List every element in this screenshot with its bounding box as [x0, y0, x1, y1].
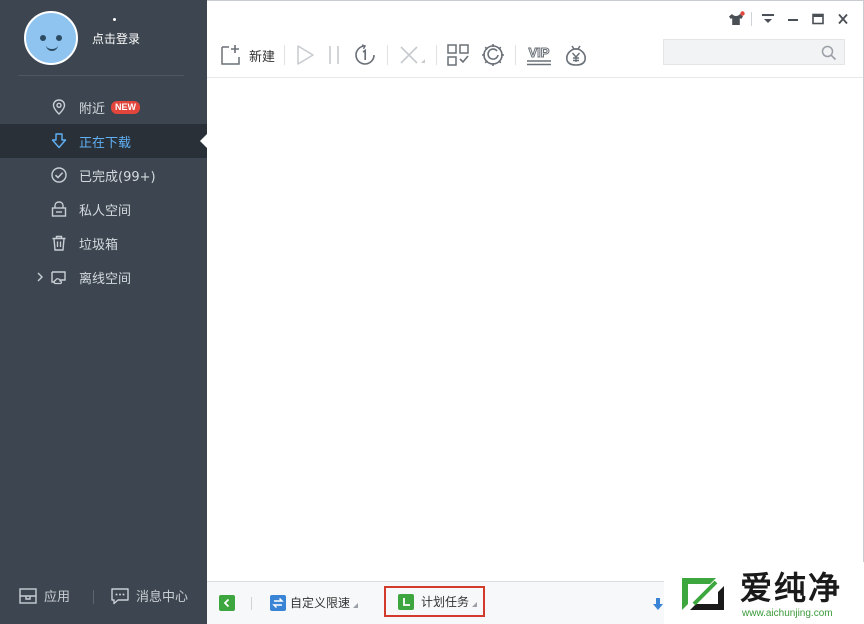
money-bag-icon	[566, 45, 587, 66]
vip-icon: VIP	[527, 45, 552, 66]
single-task-button[interactable]	[352, 39, 378, 71]
location-pin-icon	[52, 99, 66, 115]
play-icon	[297, 45, 314, 65]
maximize-icon	[811, 13, 824, 25]
login-link[interactable]: 点击登录	[92, 30, 140, 47]
pause-icon	[329, 46, 339, 64]
sidebar-item-offline-space[interactable]: 离线空间	[0, 260, 207, 294]
avatar-mouth	[46, 45, 58, 51]
custom-speed-limit-label: 自定义限速	[290, 596, 351, 610]
new-file-plus-icon	[221, 45, 240, 65]
delete-x-icon	[400, 46, 426, 64]
watermark-title: 爱纯净	[740, 569, 843, 607]
search-box[interactable]	[663, 39, 845, 65]
apps-label: 应用	[44, 590, 71, 605]
toolbar-divider	[515, 45, 517, 65]
watermark: 爱纯净 www.aichunjing.com	[664, 562, 864, 624]
sidebar-item-private-space[interactable]: 私人空间	[0, 192, 207, 226]
start-button[interactable]	[294, 39, 316, 71]
sidebar-item-label: 正在下载	[79, 135, 132, 151]
skin-button[interactable]	[723, 9, 748, 29]
trash-icon	[52, 235, 66, 251]
sidebar-item-label: 垃圾箱	[79, 237, 119, 253]
minimize-button[interactable]	[780, 9, 805, 29]
dropdown-menu-icon	[761, 14, 774, 23]
avatar-eye-left	[40, 35, 46, 41]
sidebar-nav: 附近 NEW 正在下载 已完成(99+) 私人空间 垃圾箱 离线空间	[0, 90, 207, 294]
speed-boost-button[interactable]	[480, 39, 506, 71]
scheduled-task-button[interactable]: 计划任务	[384, 586, 485, 617]
sidebar-item-label: 私人空间	[79, 203, 132, 219]
close-button[interactable]	[830, 9, 855, 29]
check-circle-icon	[51, 167, 67, 183]
search-icon[interactable]	[820, 44, 838, 62]
titlebar-divider	[751, 12, 752, 26]
status-dot	[113, 18, 116, 21]
sidebar-bottom: 应用 消息中心	[0, 572, 207, 624]
download-speed-icon	[653, 598, 663, 610]
vip-button[interactable]: VIP	[525, 39, 553, 71]
watermark-url: www.aichunjing.com	[742, 608, 833, 619]
sidebar-item-completed[interactable]: 已完成(99+)	[0, 158, 207, 192]
sidebar: 点击登录 附近 NEW 正在下载 已完成(99+) 私人空间 垃圾箱 离线空间 …	[0, 0, 207, 624]
sidebar-item-downloading[interactable]: 正在下载	[0, 124, 207, 158]
toolbar-divider	[387, 45, 389, 65]
bottom-divider	[93, 590, 94, 604]
watermark-logo	[682, 578, 724, 610]
toolbar-divider	[436, 45, 438, 65]
download-arrow-icon	[51, 133, 67, 149]
main-panel: 新建 VIP 自定义限速 计划任务	[207, 0, 864, 624]
status-divider	[251, 597, 252, 610]
sidebar-item-nearby[interactable]: 附近 NEW	[0, 90, 207, 124]
message-center-label: 消息中心	[136, 590, 189, 605]
collapse-button[interactable]	[219, 595, 235, 611]
new-task-label: 新建	[249, 49, 276, 65]
scheduled-task-label: 计划任务	[421, 595, 470, 609]
speed-limit-icon	[270, 594, 286, 611]
svg-text:VIP: VIP	[529, 45, 550, 60]
pause-button[interactable]	[326, 39, 342, 71]
chevron-left-icon	[223, 598, 230, 608]
new-badge: NEW	[111, 100, 141, 114]
dropdown-corner-icon	[353, 603, 359, 608]
lock-icon	[51, 201, 67, 217]
menu-button[interactable]	[755, 9, 780, 29]
toolbar: 新建 VIP	[219, 39, 589, 71]
avatar-eye-right	[56, 35, 62, 41]
delete-button[interactable]	[397, 39, 427, 71]
sidebar-item-label: 已完成(99+)	[79, 169, 156, 185]
earn-money-button[interactable]	[563, 39, 589, 71]
apps-icon	[19, 587, 37, 604]
qr-code-icon	[447, 44, 469, 66]
download-list-area[interactable]	[207, 78, 863, 581]
custom-speed-limit-button[interactable]: 自定义限速	[270, 594, 359, 611]
schedule-icon	[398, 593, 414, 610]
apps-button[interactable]: 应用	[18, 586, 70, 605]
dropdown-corner-icon	[472, 602, 478, 607]
clock-one-icon	[355, 44, 375, 65]
window-controls	[723, 9, 855, 29]
cloud-folder-icon	[51, 271, 66, 285]
sidebar-item-trash[interactable]: 垃圾箱	[0, 226, 207, 260]
minimize-icon	[787, 19, 798, 21]
tshirt-icon	[728, 11, 745, 25]
sidebar-item-label: 离线空间	[79, 271, 132, 287]
message-center-button[interactable]: 消息中心	[110, 586, 188, 605]
close-icon	[837, 13, 848, 25]
toolbar-divider	[284, 45, 286, 65]
new-task-button[interactable]: 新建	[219, 39, 275, 71]
accelerate-gauge-icon	[482, 44, 505, 66]
message-bubble-icon	[111, 587, 129, 604]
sidebar-item-label: 附近	[79, 101, 106, 117]
sidebar-divider	[18, 75, 184, 76]
user-avatar[interactable]	[24, 11, 78, 65]
qr-code-button[interactable]	[446, 39, 470, 71]
chevron-right-icon[interactable]	[34, 270, 46, 284]
maximize-button[interactable]	[805, 9, 830, 29]
